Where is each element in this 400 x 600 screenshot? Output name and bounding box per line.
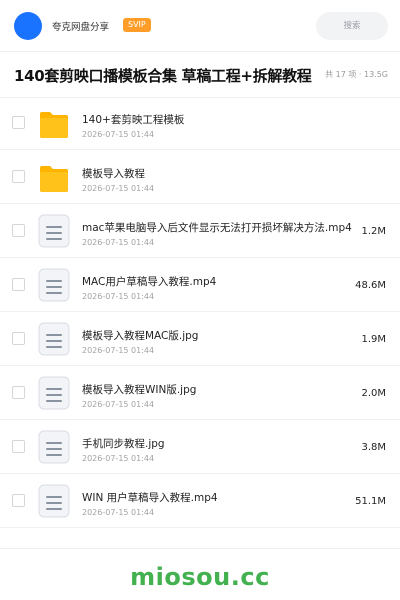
avatar[interactable]: [14, 12, 42, 40]
share-source-title: 夸克网盘分享: [52, 22, 110, 33]
file-date: 2026-07-15 01:44: [82, 454, 155, 463]
file-size: 1.2M: [361, 226, 386, 237]
file-date: 2026-07-15 01:44: [82, 400, 155, 409]
row-checkbox[interactable]: [12, 170, 25, 183]
row-checkbox[interactable]: [12, 116, 25, 129]
file-size: 3.8M: [361, 442, 386, 453]
footer: miosou.cc: [0, 548, 400, 600]
file-icon: [38, 268, 70, 302]
row-checkbox[interactable]: [12, 278, 25, 291]
row-checkbox[interactable]: [12, 332, 25, 345]
row-checkbox[interactable]: [12, 386, 25, 399]
svip-badge: SVIP: [123, 18, 151, 32]
file-size: 51.1M: [355, 496, 386, 507]
file-name[interactable]: MAC用户草稿导入教程.mp4: [82, 274, 352, 289]
file-row[interactable]: 模板导入教程 2026-07-15 01:44: [0, 150, 400, 204]
share-title-bar: 140套剪映口播模板合集 草稿工程+拆解教程 共 17 项 · 13.5G: [0, 52, 400, 98]
share-meta: 共 17 项 · 13.5G: [325, 70, 388, 79]
share-header: 夸克网盘分享 SVIP 搜索: [0, 0, 400, 52]
file-date: 2026-07-15 01:44: [82, 184, 155, 193]
file-date: 2026-07-15 01:44: [82, 346, 155, 355]
file-icon: [38, 214, 70, 248]
file-size: 1.9M: [361, 334, 386, 345]
file-row[interactable]: 模板导入教程WIN版.jpg 2026-07-15 01:44 2.0M: [0, 366, 400, 420]
row-checkbox[interactable]: [12, 494, 25, 507]
file-size: 48.6M: [355, 280, 386, 291]
file-date: 2026-07-15 01:44: [82, 130, 155, 139]
file-icon: [38, 376, 70, 410]
file-row[interactable]: 模板导入教程MAC版.jpg 2026-07-15 01:44 1.9M: [0, 312, 400, 366]
file-icon: [38, 484, 70, 518]
file-name[interactable]: WIN 用户草稿导入教程.mp4: [82, 490, 352, 505]
folder-icon: [38, 160, 70, 194]
file-icon: [38, 430, 70, 464]
file-size: 2.0M: [361, 388, 386, 399]
file-date: 2026-07-15 01:44: [82, 238, 155, 247]
file-list: 140+套剪映工程模板 2026-07-15 01:44 模板导入教程 2026-07…: [0, 96, 400, 528]
file-icon: [38, 322, 70, 356]
row-checkbox[interactable]: [12, 224, 25, 237]
file-row[interactable]: 手机同步教程.jpg 2026-07-15 01:44 3.8M: [0, 420, 400, 474]
file-name[interactable]: 模板导入教程: [82, 166, 352, 181]
file-name[interactable]: 手机同步教程.jpg: [82, 436, 352, 451]
file-name[interactable]: 140+套剪映工程模板: [82, 112, 352, 127]
search-input[interactable]: 搜索: [316, 12, 388, 40]
file-row[interactable]: WIN 用户草稿导入教程.mp4 2026-07-15 01:44 51.1M: [0, 474, 400, 528]
watermark: miosou.cc: [130, 563, 270, 591]
file-name[interactable]: 模板导入教程WIN版.jpg: [82, 382, 352, 397]
file-date: 2026-07-15 01:44: [82, 508, 155, 517]
row-checkbox[interactable]: [12, 440, 25, 453]
file-date: 2026-07-15 01:44: [82, 292, 155, 301]
folder-icon: [38, 106, 70, 140]
file-name[interactable]: mac苹果电脑导入后文件显示无法打开损坏解决方法.mp4: [82, 220, 352, 235]
file-name[interactable]: 模板导入教程MAC版.jpg: [82, 328, 352, 343]
file-row[interactable]: MAC用户草稿导入教程.mp4 2026-07-15 01:44 48.6M: [0, 258, 400, 312]
file-row[interactable]: 140+套剪映工程模板 2026-07-15 01:44: [0, 96, 400, 150]
page-title: 140套剪映口播模板合集 草稿工程+拆解教程: [14, 67, 312, 85]
file-row[interactable]: mac苹果电脑导入后文件显示无法打开损坏解决方法.mp4 2026-07-15 0…: [0, 204, 400, 258]
